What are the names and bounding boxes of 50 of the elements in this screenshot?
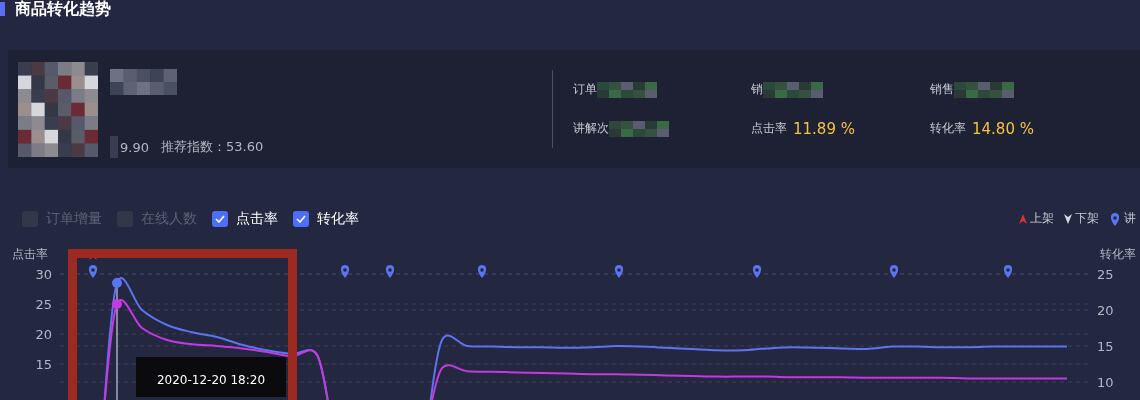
title-marker — [0, 2, 5, 16]
checkbox[interactable] — [293, 211, 309, 227]
blurred-block — [597, 81, 657, 98]
legend-label: 上架 — [1030, 210, 1054, 227]
checkbox-label[interactable]: 点击率 — [236, 210, 278, 228]
pin-icon[interactable] — [88, 265, 98, 278]
checkbox[interactable] — [212, 211, 228, 227]
pin-icon[interactable] — [477, 265, 487, 278]
blurred-block — [763, 81, 823, 98]
pin-icon[interactable] — [1003, 265, 1013, 278]
axis-tick-label: 20 — [1097, 303, 1114, 318]
checkbox-label[interactable]: 转化率 — [317, 210, 359, 228]
pin-icon[interactable] — [889, 265, 899, 278]
stat-label: 销售 — [930, 81, 954, 98]
data-point — [112, 278, 122, 288]
axis-tick-label: 20 — [35, 327, 52, 342]
section-title: 商品转化趋势 — [15, 0, 111, 18]
stat-label: 订单 — [573, 81, 597, 98]
stat-label: 转化率 — [930, 120, 966, 137]
stat-label: 销 — [751, 81, 763, 98]
axis-tick-label: 25 — [35, 297, 52, 312]
price-text: 9.90 — [120, 139, 149, 155]
stat-label: 讲解次 — [573, 120, 609, 137]
data-point — [112, 299, 122, 309]
down-triangle-icon — [1064, 213, 1072, 224]
stat-value: 14.80 % — [972, 119, 1034, 138]
pin-icon — [1109, 211, 1121, 226]
blurred-block — [609, 120, 669, 137]
axis-title: 点击率 — [12, 247, 48, 261]
axis-tick-label: 15 — [1097, 339, 1114, 354]
checkmark-icon — [215, 215, 225, 223]
recommend-index: 推荐指数：53.60 — [160, 138, 264, 156]
legend-label: 下架 — [1075, 210, 1099, 227]
axis-tick-label: 10 — [1097, 375, 1114, 390]
pin-icon[interactable] — [385, 265, 395, 278]
pin-icon[interactable] — [752, 265, 762, 278]
tooltip: 2020-12-20 18:20 — [136, 357, 286, 397]
axis-tick-label: 25 — [1097, 267, 1114, 282]
legend-label: 讲 — [1124, 210, 1136, 227]
blurred-block — [110, 136, 118, 158]
axis-tick-label: 15 — [35, 357, 52, 372]
stat-label: 点击率 — [751, 120, 787, 137]
pin-icon[interactable] — [614, 265, 624, 278]
axis-title: 转化率 — [1100, 247, 1136, 261]
stat-value: 11.89 % — [793, 119, 855, 138]
checkmark-icon — [296, 215, 306, 223]
blurred-block — [954, 81, 1014, 98]
pin-icon[interactable] — [340, 265, 350, 278]
axis-tick-label: 30 — [35, 267, 52, 282]
blurred-block — [110, 69, 177, 95]
